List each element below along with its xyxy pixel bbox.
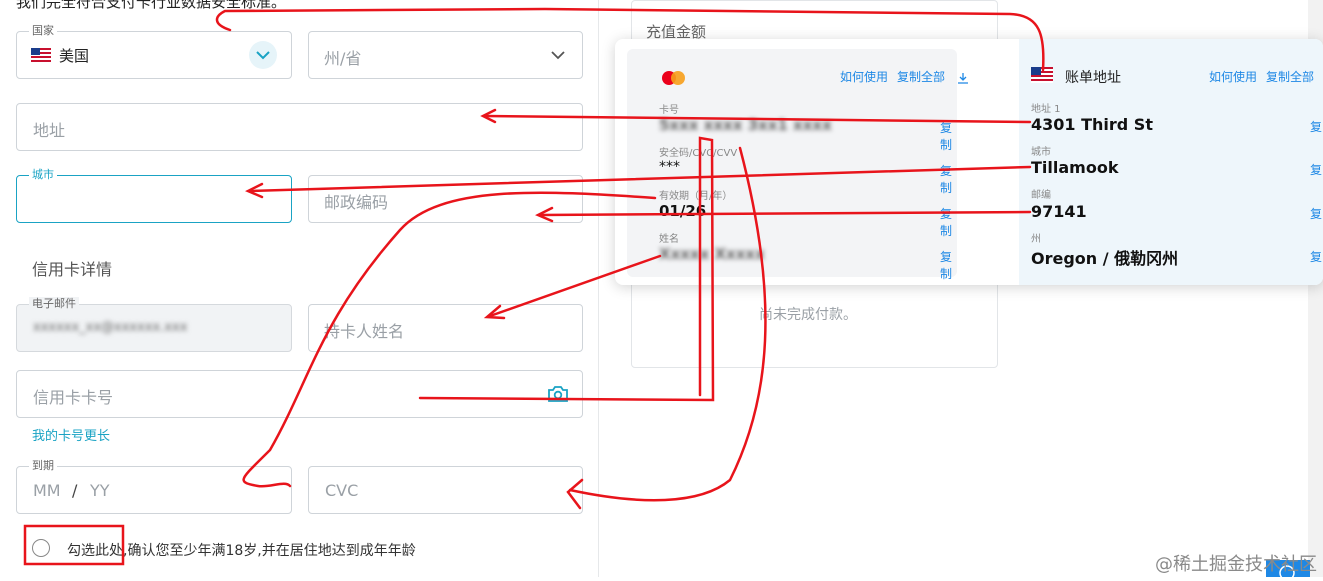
cvc-placeholder: CVC: [325, 481, 359, 500]
city-value: Tillamook: [1031, 158, 1119, 177]
state-select[interactable]: 州/省: [308, 31, 583, 79]
copy-state-button[interactable]: 复: [1310, 248, 1322, 265]
card-number-placeholder: 信用卡卡号: [33, 388, 114, 407]
us-flag-icon: [31, 47, 51, 66]
download-icon[interactable]: [957, 69, 969, 88]
cvc-label: 安全码/CVC/CVV: [659, 148, 738, 159]
country-select[interactable]: 国家 美国: [16, 24, 292, 79]
expiry-label: 到期: [29, 459, 57, 473]
address-placeholder: 地址: [33, 121, 66, 140]
card-number-label: 卡号: [659, 105, 679, 116]
address-value: 4301 Third St: [1031, 115, 1153, 134]
zip-value: 97141: [1031, 202, 1087, 221]
state-label: 州: [1031, 234, 1041, 245]
city-label: 城市: [1031, 147, 1051, 158]
card-info-panel: 如何使用 复制全部 卡号 5xxx xxxx 3xx1 xxxx 复制 安全码/…: [627, 49, 968, 281]
copy-address-button[interactable]: 复: [1310, 118, 1322, 135]
card-number-input[interactable]: 信用卡卡号: [16, 370, 583, 418]
copy-name-button[interactable]: 复制: [940, 248, 957, 282]
us-flag-icon: [1031, 67, 1053, 87]
compliance-notice: 我们完全符合支付卡行业数据安全标准。: [16, 0, 287, 11]
name-label: 姓名: [659, 234, 679, 245]
cardholder-placeholder: 持卡人姓名: [324, 322, 405, 341]
city-input[interactable]: 城市: [16, 168, 292, 223]
email-label: 电子邮件: [29, 297, 79, 311]
address-input[interactable]: 地址: [16, 103, 583, 151]
country-value: 美国: [59, 47, 90, 65]
expiry-label: 有效期（月/年）: [659, 191, 733, 202]
zip-placeholder: 邮政编码: [324, 193, 389, 212]
longer-card-link[interactable]: 我的卡号更长: [32, 425, 110, 444]
chevron-down-icon[interactable]: [249, 41, 277, 69]
card-info-popup: 如何使用 复制全部 卡号 5xxx xxxx 3xx1 xxxx 复制 安全码/…: [615, 39, 1323, 285]
country-label: 国家: [29, 24, 57, 38]
cvc-value: ***: [659, 159, 680, 175]
copy-all-link[interactable]: 复制全部: [897, 68, 945, 85]
state-value: Oregon / 俄勒冈州: [1031, 249, 1179, 268]
billing-address-panel: 账单地址 如何使用 复制全部 地址 1 4301 Third St 复 城市 T…: [1019, 39, 1323, 285]
divider: [598, 0, 599, 577]
expiry-separator: /: [72, 481, 78, 500]
watermark: @稀土掘金技术社区: [1155, 554, 1317, 575]
chevron-down-icon[interactable]: [549, 46, 567, 68]
billing-how-to-use-link[interactable]: 如何使用: [1209, 68, 1257, 85]
cvc-input[interactable]: CVC: [308, 466, 583, 514]
cardholder-name-input[interactable]: 持卡人姓名: [308, 304, 583, 352]
state-placeholder: 州/省: [324, 49, 362, 68]
zip-input[interactable]: 邮政编码: [308, 175, 583, 223]
city-label: 城市: [29, 168, 57, 182]
copy-expiry-button[interactable]: 复制: [940, 205, 957, 239]
copy-city-button[interactable]: 复: [1310, 161, 1322, 178]
how-to-use-link[interactable]: 如何使用: [840, 68, 888, 85]
card-section-title: 信用卡详情: [32, 260, 113, 279]
email-field: 电子邮件 xxxxxx_xx@xxxxxx.xxx: [16, 297, 292, 352]
card-number-value: 5xxx xxxx 3xx1 xxxx: [659, 116, 832, 134]
zip-label: 邮编: [1031, 190, 1051, 201]
copy-cvc-button[interactable]: 复制: [940, 162, 957, 196]
address-label: 地址 1: [1031, 104, 1061, 115]
name-value: Xxxxx Xxxxx: [659, 245, 765, 263]
age-checkbox[interactable]: [32, 539, 50, 557]
email-value: xxxxxx_xx@xxxxxx.xxx: [33, 320, 188, 335]
age-checkbox-label: 勾选此处,确认您至少年满18岁,并在居住地达到成年年龄: [67, 543, 416, 559]
expiry-month-placeholder: MM: [33, 481, 61, 500]
mastercard-logo-icon: [659, 69, 689, 91]
expiry-year-placeholder: YY: [90, 481, 110, 500]
billing-copy-all-link[interactable]: 复制全部: [1266, 68, 1314, 85]
payment-status-text: 尚未完成付款。: [759, 307, 857, 323]
camera-icon[interactable]: [547, 384, 569, 408]
expiry-input[interactable]: 到期 MM / YY: [16, 459, 292, 514]
copy-zip-button[interactable]: 复: [1310, 205, 1322, 222]
billing-title: 账单地址: [1065, 70, 1121, 86]
expiry-value: 01/26: [659, 202, 707, 220]
copy-card-number-button[interactable]: 复制: [940, 119, 957, 153]
